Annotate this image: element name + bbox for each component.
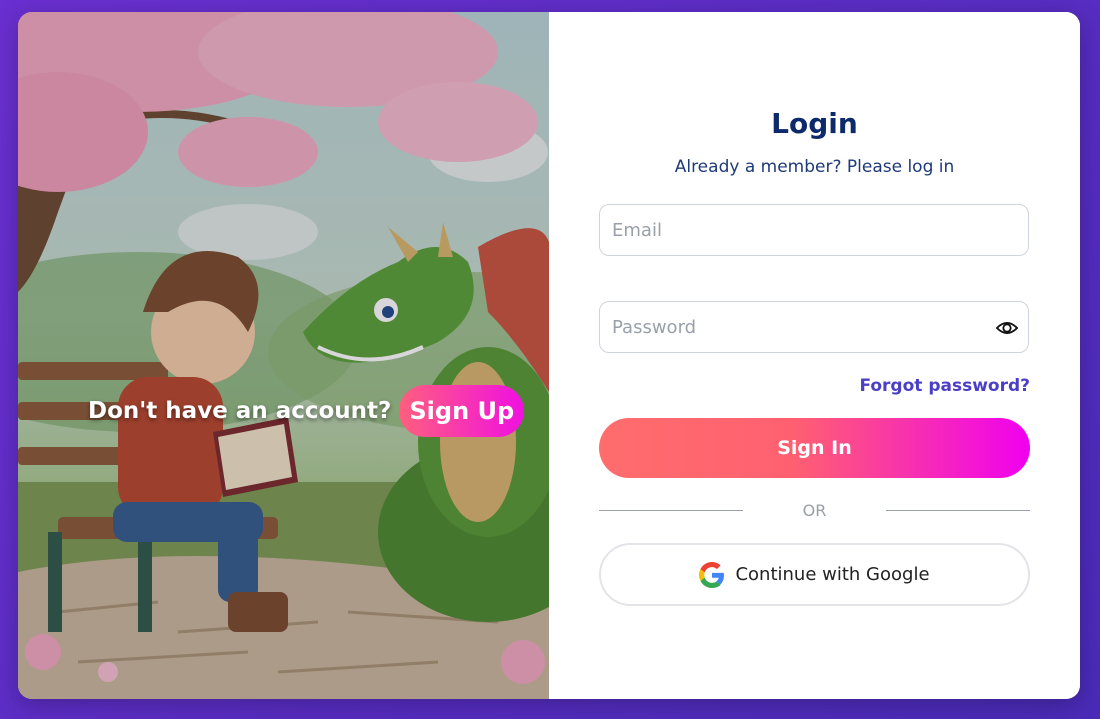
password-field[interactable] xyxy=(600,302,1028,352)
signup-button[interactable]: Sign Up xyxy=(399,385,525,437)
google-login-button[interactable]: Continue with Google xyxy=(599,543,1030,606)
signup-prompt: Don't have an account? Sign Up xyxy=(88,385,525,437)
google-login-label: Continue with Google xyxy=(735,564,930,585)
divider-line-right xyxy=(886,510,1030,511)
sign-in-button[interactable]: Sign In xyxy=(599,418,1030,478)
login-form-panel: Login Already a member? Please log in Fo… xyxy=(549,12,1080,699)
eye-icon[interactable] xyxy=(996,318,1018,338)
password-field-wrapper xyxy=(599,301,1029,353)
page-subtitle: Already a member? Please log in xyxy=(674,157,955,177)
login-card: Don't have an account? Sign Up Login Alr… xyxy=(18,12,1080,699)
image-overlay xyxy=(18,12,549,699)
forgot-password-link[interactable]: Forgot password? xyxy=(859,376,1030,396)
signup-prompt-text: Don't have an account? xyxy=(88,398,392,424)
page-title: Login xyxy=(771,107,858,140)
email-field-wrapper xyxy=(599,204,1029,256)
google-logo-icon xyxy=(699,561,725,588)
email-field[interactable] xyxy=(600,205,1028,255)
illustration-panel: Don't have an account? Sign Up xyxy=(18,12,549,699)
